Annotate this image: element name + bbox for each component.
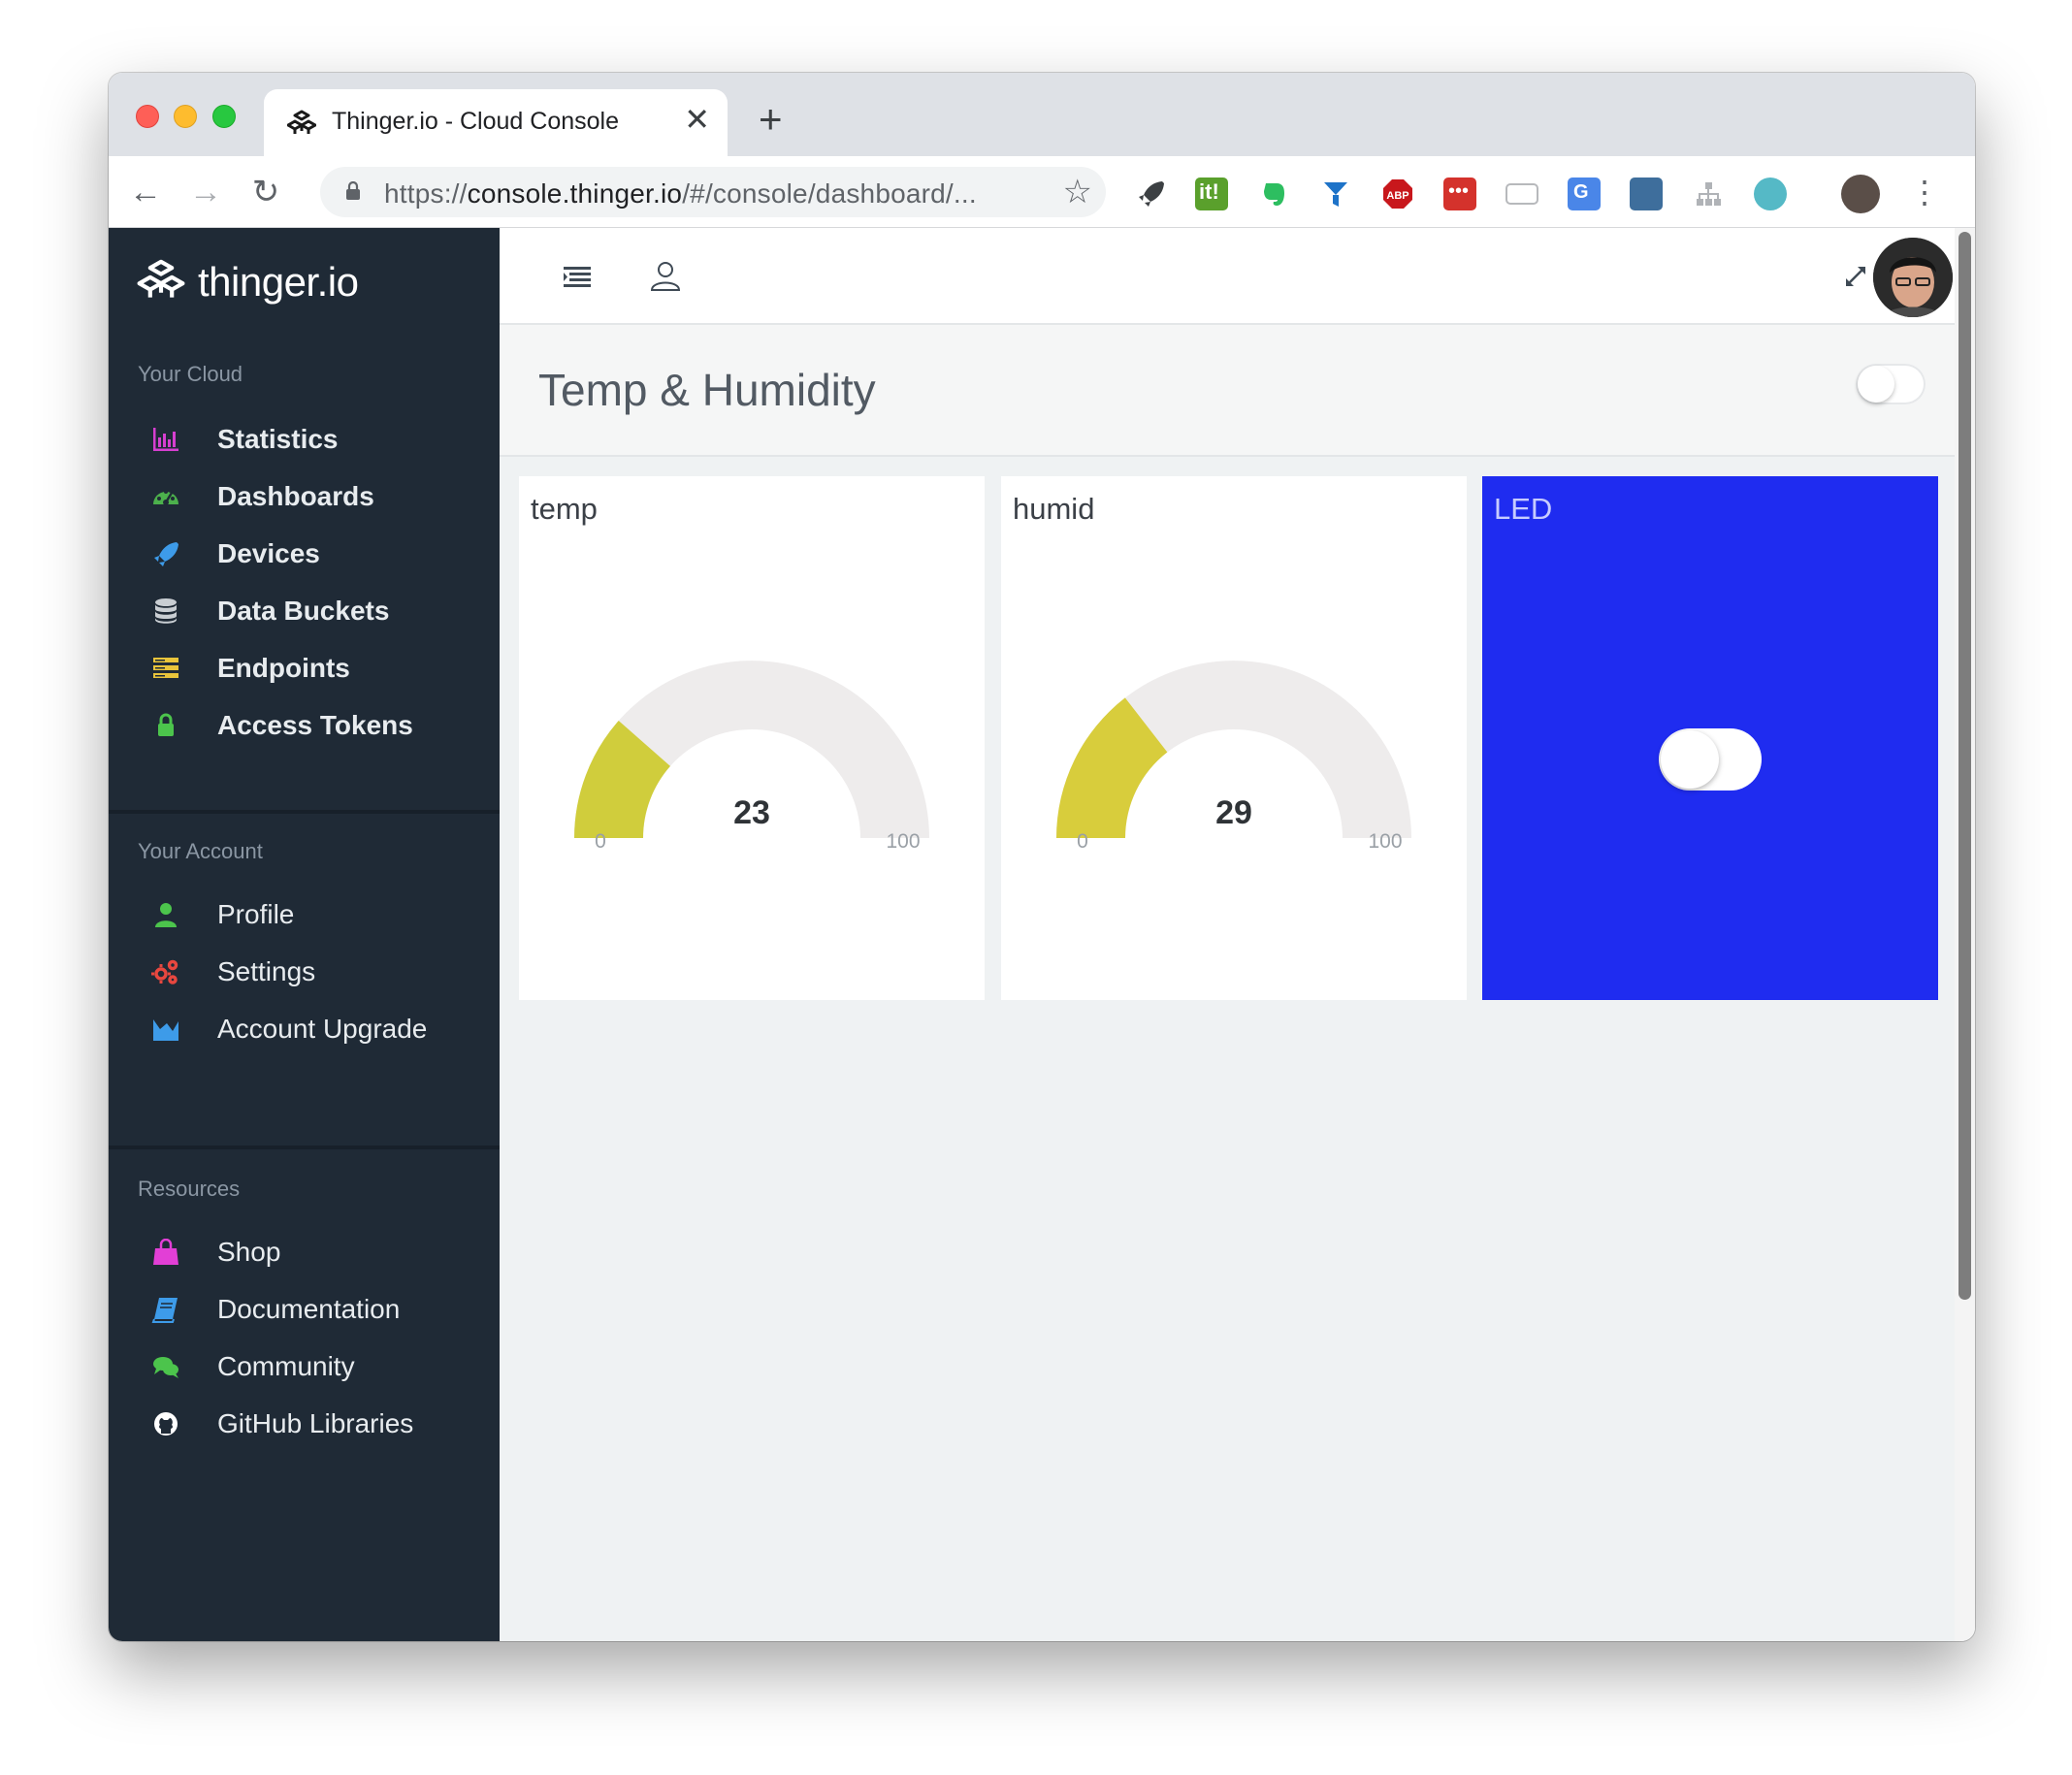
comments-icon [153, 1357, 178, 1378]
google-translate-icon[interactable]: G [1568, 178, 1601, 210]
evernote-extension-icon[interactable] [1257, 178, 1290, 210]
bookmark-star-icon[interactable]: ☆ [1063, 173, 1092, 211]
gauge-max-label: 100 [886, 830, 920, 853]
avatar[interactable] [1873, 238, 1953, 317]
main-content: Temp & Humidity temp 23 0 100 humid 29 0… [500, 228, 1975, 1641]
back-arrow-icon[interactable]: ← [126, 173, 165, 211]
user-icon [155, 903, 177, 927]
edit-mode-toggle[interactable] [1856, 364, 1926, 404]
dashboard-title-bar: Temp & Humidity [500, 325, 1955, 457]
avatar-face-icon [1873, 238, 1953, 317]
tooltip-dictionary-icon[interactable] [1630, 178, 1663, 210]
filter-extension-icon[interactable] [1319, 178, 1352, 210]
iti-extension-icon[interactable]: it! [1195, 178, 1228, 210]
gauge-value: 29 [1215, 794, 1252, 831]
profile-avatar-icon[interactable] [1841, 175, 1880, 213]
url-text: https://console.thinger.io/#/console/das… [384, 178, 977, 209]
m-extension-icon[interactable] [1754, 178, 1787, 210]
reload-icon[interactable]: ↻ [246, 173, 285, 211]
sidebar-divider [109, 1146, 500, 1149]
sidebar-divider [109, 810, 500, 814]
widget-title: LED [1494, 492, 1553, 526]
sidebar-item-settings[interactable]: Settings [109, 941, 500, 1001]
user-outline-icon[interactable] [646, 257, 685, 296]
sidebar-item-github-libraries[interactable]: GitHub Libraries [109, 1393, 500, 1453]
section-title-resources: Resources [138, 1177, 241, 1201]
dashboard-icon [153, 490, 178, 505]
top-bar [500, 228, 1955, 325]
minimize-window-button[interactable] [174, 105, 197, 128]
toggle-knob [1661, 730, 1719, 789]
forward-arrow-icon[interactable]: → [186, 173, 225, 211]
rocket-extension-icon[interactable] [1135, 178, 1168, 210]
cogs-icon [151, 959, 178, 984]
sidebar-item-dashboards[interactable]: Dashboards [109, 466, 500, 526]
sidebar-item-documentation[interactable]: Documentation [109, 1278, 500, 1339]
gauge-value: 23 [733, 794, 770, 831]
sitemap-extension-icon[interactable] [1692, 178, 1725, 210]
sidebar-item-devices[interactable]: Devices [109, 523, 500, 583]
address-bar[interactable]: https://console.thinger.io/#/console/das… [320, 167, 1106, 217]
gauge-min-label: 0 [1077, 830, 1088, 853]
widget-title: temp [531, 492, 598, 526]
sidebar-item-profile[interactable]: Profile [109, 884, 500, 944]
sidebar-item-access-tokens[interactable]: Access Tokens [109, 694, 500, 755]
bar-chart-icon [153, 428, 178, 451]
adblock-plus-icon[interactable]: ABP [1381, 178, 1414, 210]
new-tab-button[interactable]: + [759, 99, 783, 140]
browser-window: Thinger.io - Cloud Console ✕ + ← → ↻ htt… [109, 73, 1975, 1641]
browser-tab-active[interactable]: Thinger.io - Cloud Console ✕ [264, 89, 728, 156]
sidebar-item-account-upgrade[interactable]: Account Upgrade [109, 998, 500, 1058]
widget-title: humid [1013, 492, 1095, 526]
thinger-logo-icon [287, 110, 316, 134]
toggle-knob [1858, 366, 1894, 403]
page-title: Temp & Humidity [538, 365, 876, 415]
area-chart-icon [153, 1019, 178, 1041]
close-window-button[interactable] [136, 105, 159, 128]
sidebar-item-data-buckets[interactable]: Data Buckets [109, 580, 500, 640]
shopping-bag-icon [153, 1239, 178, 1265]
section-title-your-account: Your Account [138, 839, 263, 863]
sidebar-item-endpoints[interactable]: Endpoints [109, 637, 500, 697]
maximize-window-button[interactable] [212, 105, 236, 128]
newsletter-extension-icon[interactable] [1505, 183, 1538, 205]
book-icon [151, 1298, 178, 1323]
tab-close-icon[interactable]: ✕ [684, 104, 710, 135]
browser-toolbar: ← → ↻ https://console.thinger.io/#/conso… [109, 156, 1975, 228]
section-title-your-cloud: Your Cloud [138, 362, 243, 386]
sidebar: thinger.io Your Cloud Statistics Dashboa… [109, 228, 500, 1641]
led-switch[interactable] [1659, 728, 1762, 791]
browser-menu-icon[interactable]: ⋮ [1905, 173, 1944, 211]
github-icon [154, 1412, 178, 1436]
server-icon [153, 658, 178, 678]
rocket-icon [154, 542, 178, 566]
lastpass-extension-icon[interactable]: ••• [1443, 178, 1476, 210]
sidebar-toggle-icon[interactable] [558, 257, 597, 296]
lock-icon [158, 713, 174, 736]
database-icon [155, 598, 177, 624]
sidebar-item-shop[interactable]: Shop [109, 1221, 500, 1281]
scrollbar-thumb[interactable] [1959, 232, 1971, 1300]
gauge-max-label: 100 [1368, 830, 1402, 853]
brand-name: thinger.io [198, 259, 359, 305]
widget-temp[interactable]: temp 23 0 100 [519, 476, 985, 1000]
thinger-logo-icon [137, 259, 185, 298]
gauge-min-label: 0 [595, 830, 606, 853]
widget-led[interactable]: LED [1482, 476, 1938, 1000]
fullscreen-expand-icon[interactable] [1836, 257, 1875, 296]
sidebar-item-community[interactable]: Community [109, 1336, 500, 1396]
tab-strip: Thinger.io - Cloud Console ✕ + [109, 73, 1975, 156]
widget-humid[interactable]: humid 29 0 100 [1001, 476, 1467, 1000]
sidebar-item-statistics[interactable]: Statistics [109, 408, 500, 468]
gauge-temp: 23 0 100 [574, 661, 929, 853]
lock-icon [346, 181, 360, 200]
svg-text:ABP: ABP [1386, 190, 1408, 202]
gauge-humid: 29 0 100 [1056, 661, 1411, 853]
tab-title: Thinger.io - Cloud Console [332, 108, 619, 135]
